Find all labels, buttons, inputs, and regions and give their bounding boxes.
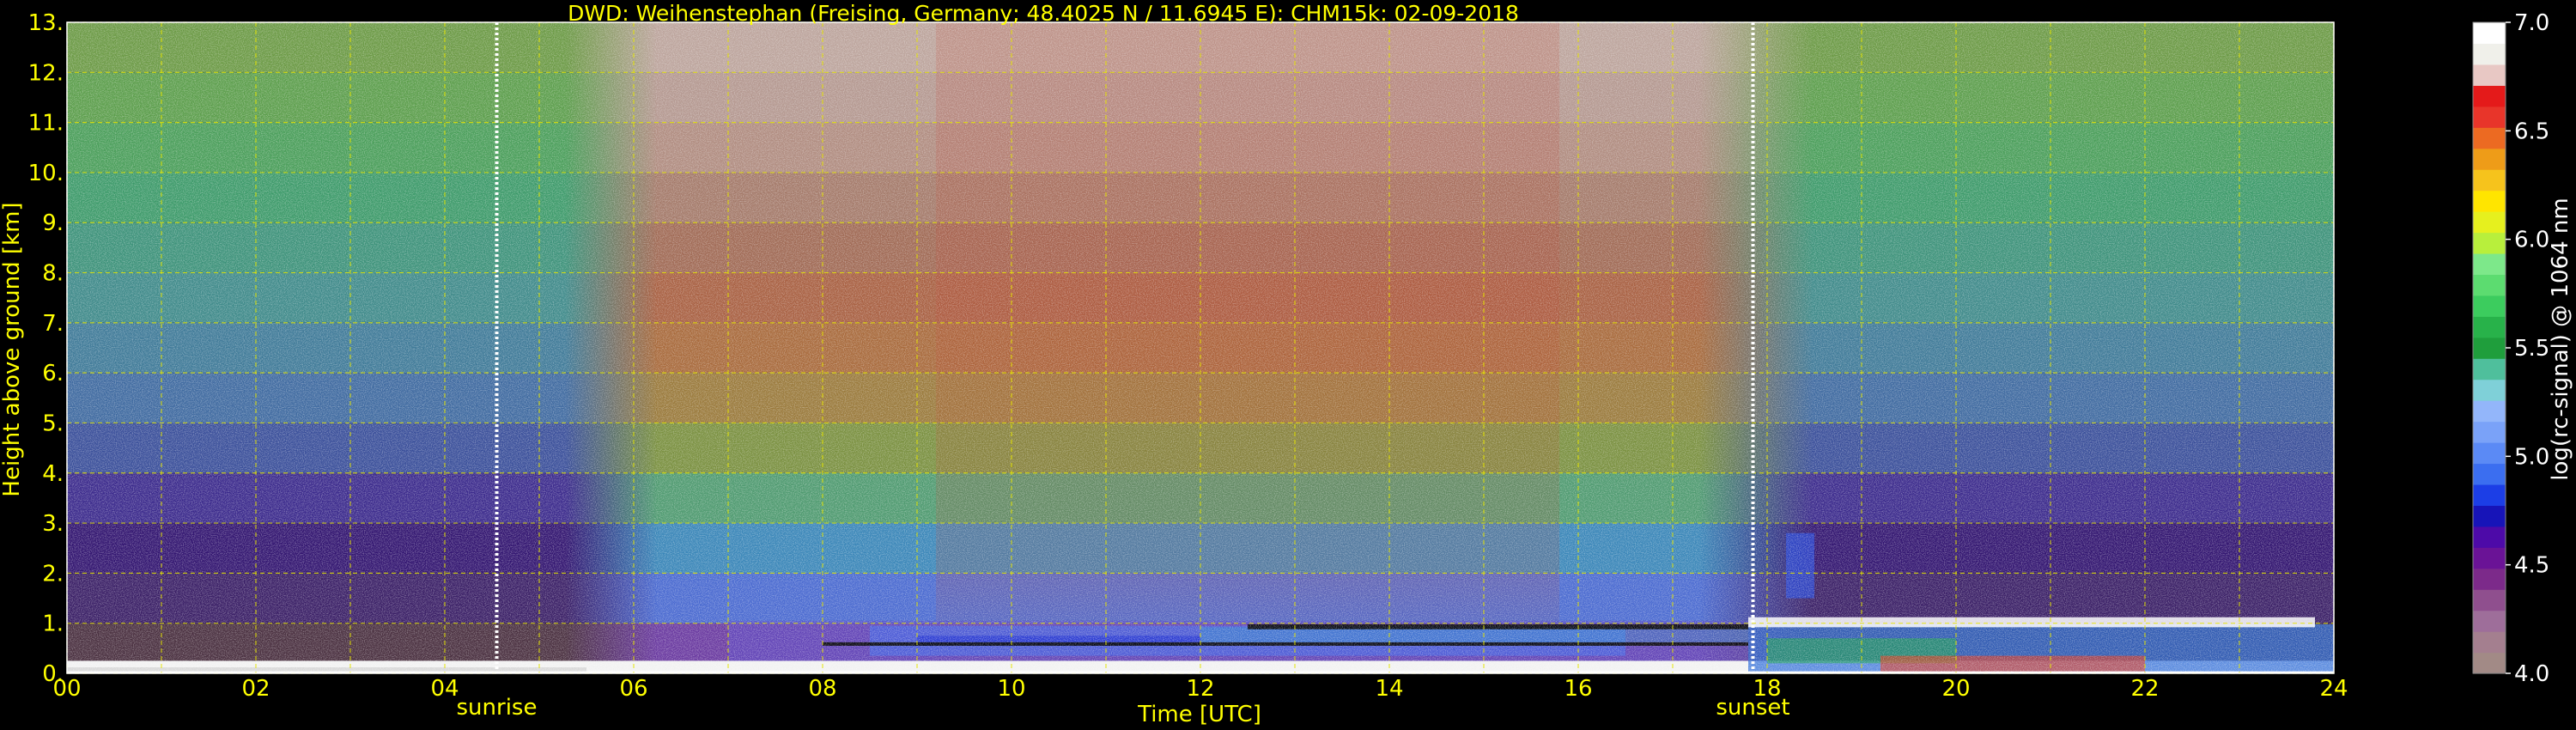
colorbar-swatch: [2473, 22, 2506, 45]
colorbar-swatch: [2473, 316, 2506, 338]
y-tick-label: 7.: [42, 311, 64, 337]
colorbar-tick-label: 5.0: [2514, 444, 2549, 470]
y-tick-label: 12.: [28, 60, 64, 86]
annotation-label: sunrise: [457, 695, 538, 721]
x-tick-label: 24: [2319, 676, 2348, 702]
colorbar-swatch: [2473, 379, 2506, 401]
y-tick-label: 8.: [42, 261, 64, 287]
y-tick-label: 6.: [42, 361, 64, 386]
y-tick-label: 10.: [28, 161, 64, 186]
y-tick-label: 11.: [28, 111, 64, 137]
x-tick-label: 20: [1941, 676, 1970, 702]
x-tick-label: 12: [1186, 676, 1214, 702]
colorbar-swatch: [2473, 232, 2506, 254]
colorbar-swatch: [2473, 211, 2506, 234]
x-tick-labels: 00 02 04 06 08 10 12 14 16 18 20 22 24: [52, 676, 2348, 702]
colorbar-swatch: [2473, 106, 2506, 128]
y-tick-label: 5.: [42, 411, 64, 436]
colorbar: 4.0 4.5 5.0 5.5 6.0 6.5 7.0: [2472, 10, 2549, 687]
colorbar-swatch: [2473, 43, 2506, 65]
colorbar-swatch: [2473, 442, 2506, 465]
colorbar-swatch: [2473, 400, 2506, 423]
colorbar-swatch: [2473, 589, 2506, 611]
colorbar-label: log(rc-signal) @ 1064 nm: [2548, 198, 2573, 480]
colorbar-swatch: [2473, 295, 2506, 317]
colorbar-tick-label: 6.5: [2514, 119, 2549, 144]
colorbar-swatch: [2473, 358, 2506, 380]
colorbar-tick-label: 4.5: [2514, 553, 2549, 579]
colorbar-swatch: [2473, 337, 2506, 359]
chart: DWD: Weihenstephan (Freising, Germany; 4…: [0, 1, 2573, 727]
x-tick-label: 10: [997, 676, 1025, 702]
colorbar-swatch: [2473, 463, 2506, 485]
annotation-label: sunset: [1716, 695, 1789, 721]
colorbar-swatch: [2473, 652, 2506, 674]
colorbar-tick-label: 6.0: [2514, 228, 2549, 253]
x-axis-label: Time [UTC]: [1137, 702, 1261, 727]
colorbar-swatch: [2473, 631, 2506, 654]
y-tick-label: 4.: [42, 461, 64, 487]
colorbar-swatch: [2473, 610, 2506, 632]
colorbar-swatch: [2473, 274, 2506, 296]
colorbar-swatch: [2473, 484, 2506, 506]
y-tick-label: 9.: [42, 210, 64, 236]
colorbar-swatch: [2473, 568, 2506, 590]
x-tick-label: 02: [241, 676, 270, 702]
colorbar-swatch: [2473, 85, 2506, 107]
x-tick-label: 04: [430, 676, 459, 702]
x-tick-label: 22: [2130, 676, 2159, 702]
colorbar-swatch: [2473, 190, 2506, 212]
x-tick-label: 14: [1375, 676, 1403, 702]
colorbar-swatch: [2473, 547, 2506, 569]
colorbar-swatch: [2473, 421, 2506, 443]
y-tick-label: 3.: [42, 511, 64, 537]
colorbar-swatch: [2473, 252, 2506, 276]
colorbar-tick-label: 4.0: [2514, 661, 2549, 687]
y-tick-label: 0.: [42, 661, 64, 687]
y-tick-label: 1.: [42, 611, 64, 637]
y-tick-label: 2.: [42, 561, 64, 587]
colorbar-swatch: [2473, 64, 2506, 86]
y-axis-label: Height above ground [km]: [0, 202, 25, 496]
colorbar-swatch: [2473, 505, 2506, 527]
y-tick-label: 13.: [28, 10, 64, 36]
colorbar-swatch: [2473, 526, 2506, 548]
chart-title: DWD: Weihenstephan (Freising, Germany; 4…: [568, 1, 1519, 26]
x-tick-label: 06: [619, 676, 647, 702]
colorbar-swatch: [2473, 148, 2506, 170]
colorbar-tick-label: 5.5: [2514, 336, 2549, 362]
colorbar-swatch: [2473, 127, 2506, 149]
y-tick-labels: 0. 1. 2. 3. 4. 5. 6. 7. 8. 9. 10. 11. 12. 13.: [28, 10, 64, 687]
x-tick-label: 16: [1564, 676, 1592, 702]
colorbar-swatch: [2473, 169, 2506, 192]
colorbar-tick-label: 7.0: [2514, 10, 2549, 36]
x-tick-label: 08: [808, 676, 836, 702]
